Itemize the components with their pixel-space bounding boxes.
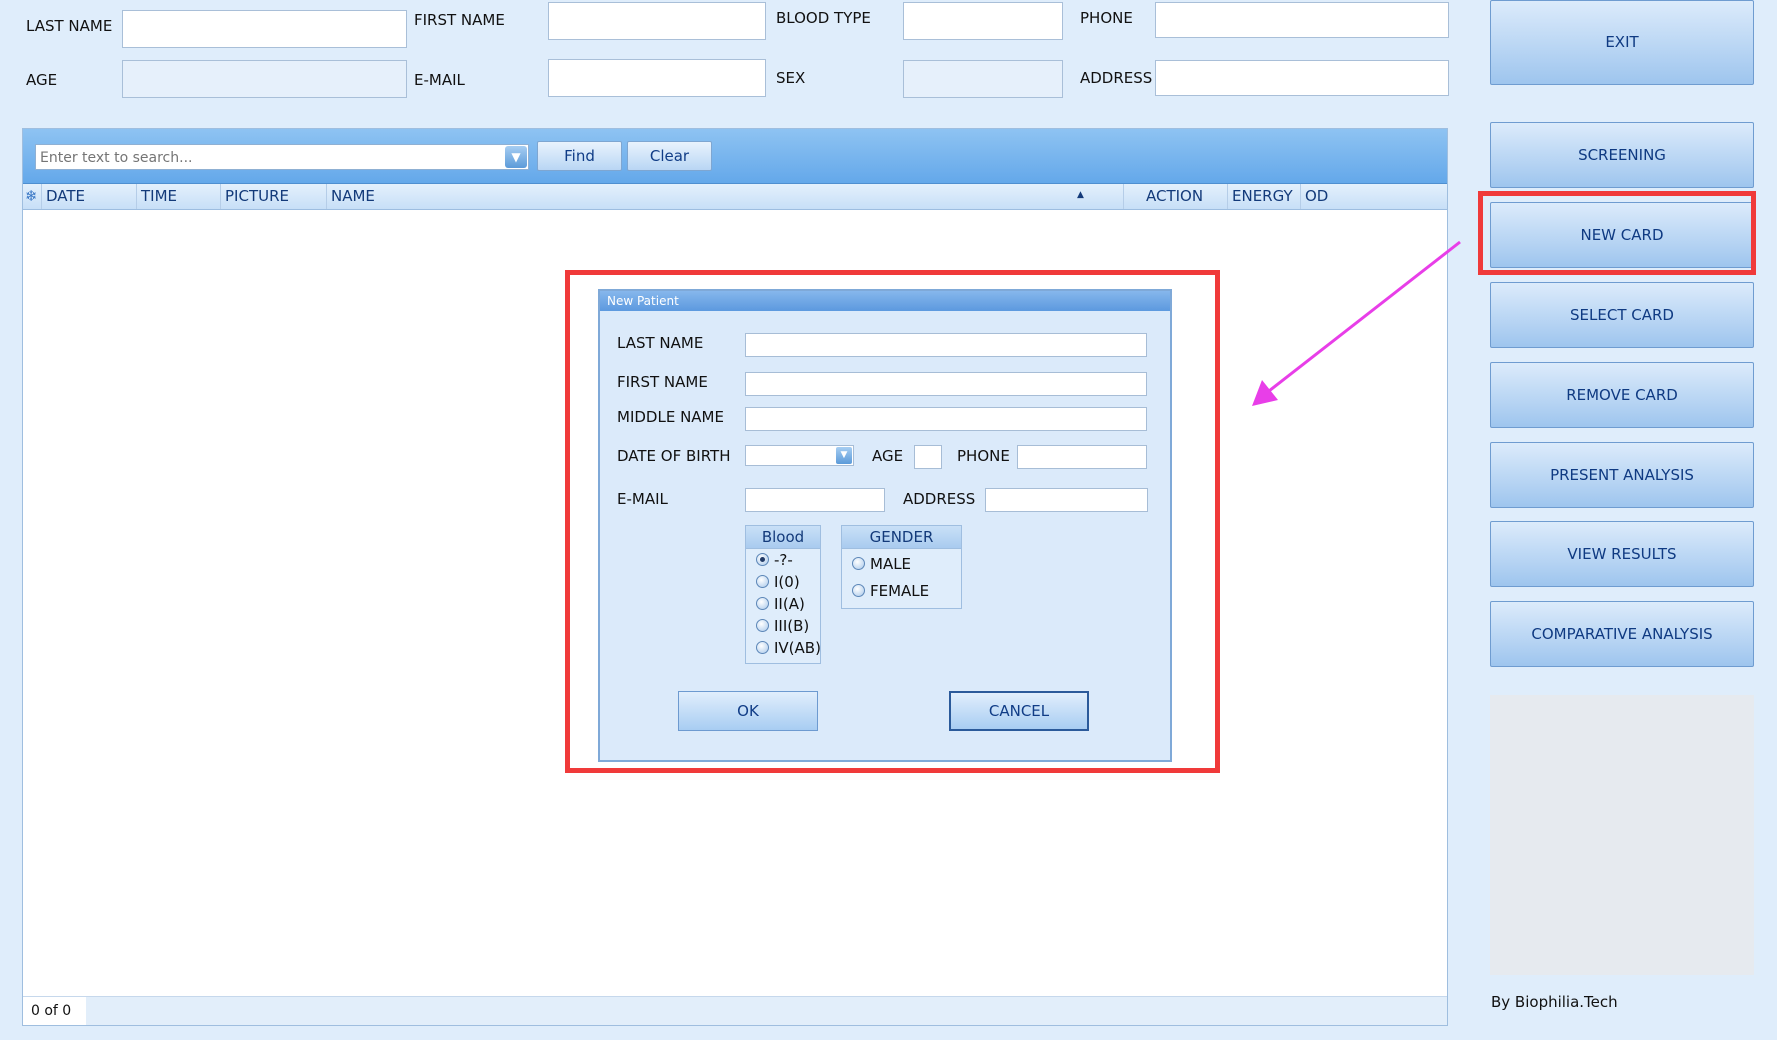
radio-icon[interactable] xyxy=(756,641,769,654)
credit-text: By Biophilia.Tech xyxy=(1491,993,1618,1011)
radio-icon[interactable] xyxy=(852,584,865,597)
radio-icon[interactable] xyxy=(756,597,769,610)
age-label: AGE xyxy=(26,71,58,89)
sex-label: SEX xyxy=(776,69,806,87)
new-patient-dialog: New Patient LAST NAME FIRST NAME MIDDLE … xyxy=(598,289,1172,762)
radio-icon[interactable] xyxy=(852,557,865,570)
first-name-label: FIRST NAME xyxy=(414,11,505,29)
last-name-field[interactable] xyxy=(122,10,407,48)
blood-type-label: BLOOD TYPE xyxy=(776,9,871,27)
dialog-age-label: AGE xyxy=(872,447,904,465)
record-count: 0 of 0 xyxy=(23,997,86,1025)
grid-settings-icon[interactable]: ❄ xyxy=(23,184,41,209)
radio-icon[interactable] xyxy=(756,619,769,632)
address-field[interactable] xyxy=(1155,60,1449,96)
dialog-last-name-field[interactable] xyxy=(745,333,1147,357)
ok-button[interactable]: OK xyxy=(678,691,818,731)
radio-selected-icon[interactable] xyxy=(756,553,769,566)
email-label: E-MAIL xyxy=(414,71,465,89)
dialog-first-name-field[interactable] xyxy=(745,372,1147,396)
grid-column-header: ❄ DATE TIME PICTURE NAME ▲ ACTION ENERGY… xyxy=(23,184,1447,210)
search-toolbar: ▼ Find Clear xyxy=(23,129,1447,184)
gender-option-female[interactable]: FEMALE xyxy=(852,581,929,601)
blood-option-iv[interactable]: IV(AB) xyxy=(756,638,821,658)
dialog-last-name-label: LAST NAME xyxy=(617,334,704,352)
dialog-email-field[interactable] xyxy=(745,488,885,512)
sex-field[interactable] xyxy=(903,60,1063,98)
screening-button[interactable]: SCREENING xyxy=(1490,122,1754,188)
dialog-dob-picker[interactable]: ▼ xyxy=(745,445,854,466)
select-card-button[interactable]: SELECT CARD xyxy=(1490,282,1754,348)
chevron-down-icon[interactable]: ▼ xyxy=(505,146,527,168)
grid-status-bar: 0 of 0 xyxy=(23,996,1447,1025)
dialog-email-label: E-MAIL xyxy=(617,490,668,508)
dialog-title: New Patient xyxy=(600,291,1170,311)
phone-field[interactable] xyxy=(1155,2,1449,38)
annotation-arrow-icon xyxy=(1252,240,1461,406)
age-field[interactable] xyxy=(122,60,407,98)
exit-button[interactable]: EXIT xyxy=(1490,0,1754,85)
clear-button[interactable]: Clear xyxy=(627,141,712,171)
dialog-address-field[interactable] xyxy=(985,488,1148,512)
blood-type-field[interactable] xyxy=(903,2,1063,40)
column-name[interactable]: NAME xyxy=(326,184,1123,209)
cancel-button[interactable]: CANCEL xyxy=(949,691,1089,731)
email-field[interactable] xyxy=(548,59,766,97)
dialog-dob-label: DATE OF BIRTH xyxy=(617,447,731,465)
view-results-button[interactable]: VIEW RESULTS xyxy=(1490,521,1754,587)
phone-label: PHONE xyxy=(1080,9,1133,27)
present-analysis-button[interactable]: PRESENT ANALYSIS xyxy=(1490,442,1754,508)
dialog-phone-label: PHONE xyxy=(957,447,1010,465)
gender-group-box: GENDER MALE FEMALE xyxy=(841,525,962,609)
blood-group-title: Blood xyxy=(746,526,820,549)
column-picture[interactable]: PICTURE xyxy=(220,184,326,209)
chevron-down-icon[interactable]: ▼ xyxy=(836,447,852,464)
last-name-label: LAST NAME xyxy=(26,17,113,35)
search-input[interactable] xyxy=(38,146,502,170)
radio-icon[interactable] xyxy=(756,575,769,588)
blood-option-i[interactable]: I(0) xyxy=(756,572,800,592)
picture-preview-area xyxy=(1490,695,1754,975)
column-time[interactable]: TIME xyxy=(136,184,220,209)
remove-card-button[interactable]: REMOVE CARD xyxy=(1490,362,1754,428)
find-button[interactable]: Find xyxy=(537,141,622,171)
column-od[interactable]: OD xyxy=(1300,184,1447,209)
blood-option-unknown[interactable]: -?- xyxy=(756,550,793,570)
dialog-address-label: ADDRESS xyxy=(903,490,976,508)
dialog-age-field[interactable] xyxy=(914,445,942,469)
address-label: ADDRESS xyxy=(1080,69,1153,87)
dialog-middle-name-label: MIDDLE NAME xyxy=(617,408,724,426)
column-date[interactable]: DATE xyxy=(41,184,136,209)
dialog-middle-name-field[interactable] xyxy=(745,407,1147,431)
blood-option-iii[interactable]: III(B) xyxy=(756,616,809,636)
blood-option-ii[interactable]: II(A) xyxy=(756,594,805,614)
column-action[interactable]: ACTION xyxy=(1123,184,1227,209)
dialog-first-name-label: FIRST NAME xyxy=(617,373,708,391)
first-name-field[interactable] xyxy=(548,2,766,40)
new-card-highlight-box xyxy=(1478,191,1756,275)
sort-ascending-icon: ▲ xyxy=(1077,190,1084,200)
search-box[interactable]: ▼ xyxy=(35,144,529,170)
column-energy[interactable]: ENERGY xyxy=(1227,184,1300,209)
comparative-analysis-button[interactable]: COMPARATIVE ANALYSIS xyxy=(1490,601,1754,667)
blood-group-box: Blood -?- I(0) II(A) III(B) IV(AB) xyxy=(745,525,821,664)
dialog-phone-field[interactable] xyxy=(1017,445,1147,469)
gender-option-male[interactable]: MALE xyxy=(852,554,911,574)
gender-group-title: GENDER xyxy=(842,526,961,549)
